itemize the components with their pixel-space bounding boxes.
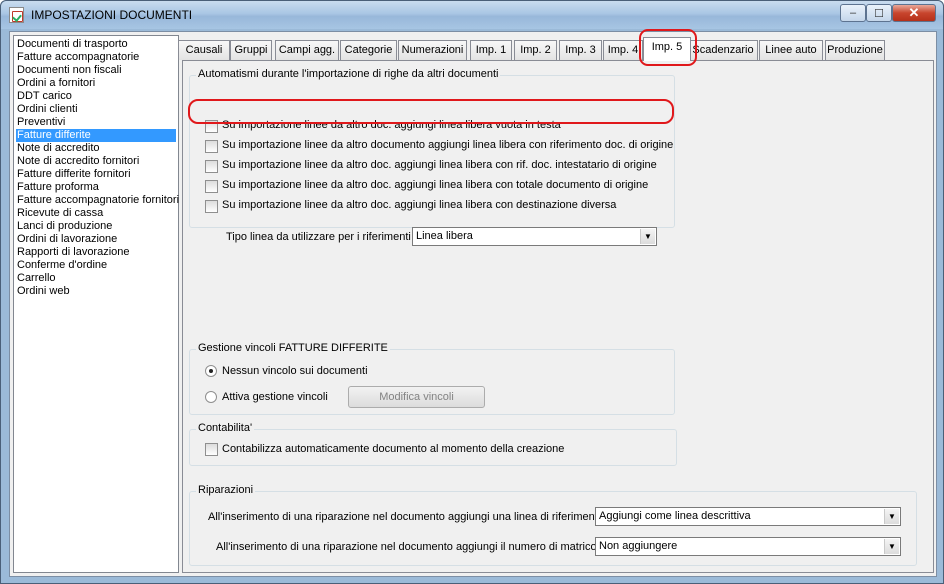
sidebar-item[interactable]: Ordini clienti [16,103,176,116]
modifica-vincoli-button[interactable]: Modifica vincoli [348,386,485,408]
automatismi-checkbox[interactable] [205,160,218,173]
riparazioni-group-title: Riparazioni [196,484,256,496]
tab-imp-4[interactable]: Imp. 4 [603,40,643,60]
sidebar-item[interactable]: Ordini a fornitori [16,77,176,90]
tab-imp-5[interactable]: Imp. 5 [643,37,691,61]
chevron-down-icon: ▼ [640,229,655,244]
automatismi-group-title: Automatismi durante l'importazione di ri… [196,68,501,80]
sidebar-item[interactable]: Documenti di trasporto [16,38,176,51]
close-button[interactable]: ✕ [892,4,936,22]
sidebar-item[interactable]: Fatture differite fornitori [16,168,176,181]
sidebar-item[interactable]: Preventivi [16,116,176,129]
sidebar-item[interactable]: Fatture differite [16,129,176,142]
tab-categorie[interactable]: Categorie [340,40,397,60]
automatismi-checkbox[interactable] [205,200,218,213]
sidebar-item[interactable]: Lanci di produzione [16,220,176,233]
sidebar-item[interactable]: Note di accredito fornitori [16,155,176,168]
contabilizza-label: Contabilizza automaticamente documento a… [222,443,565,455]
automatismi-option-label: Su importazione linee da altro doc. aggi… [222,199,617,211]
riparazioni-riferimento-value: Aggiungi come linea descrittiva [599,510,751,522]
tab-campi-agg[interactable]: Campi agg. [275,40,339,60]
sidebar-item[interactable]: Carrello [16,272,176,285]
automatismi-checkbox[interactable] [205,120,218,133]
sidebar-item[interactable]: Documenti non fiscali [16,64,176,77]
automatismi-checkbox[interactable] [205,140,218,153]
tab-causali[interactable]: Causali [178,40,230,60]
tab-imp-3[interactable]: Imp. 3 [559,40,602,60]
tab-imp-1[interactable]: Imp. 1 [470,40,512,60]
radio-nessun-vincolo[interactable] [205,365,217,377]
contabilizza-checkbox[interactable] [205,443,218,456]
tab-scadenzario[interactable]: Scadenzario [688,40,758,60]
automatismi-option-label: Su importazione linee da altro documento… [222,139,674,151]
sidebar-item[interactable]: Fatture proforma [16,181,176,194]
sidebar-item[interactable]: Fatture accompagnatorie fornitori [16,194,179,207]
chevron-down-icon: ▼ [884,539,899,554]
sidebar-item[interactable]: Rapporti di lavorazione [16,246,176,259]
tab-panel-imp5: Automatismi durante l'importazione di ri… [182,60,934,573]
minimize-button[interactable]: – [840,4,866,22]
tab-linee-auto[interactable]: Linee auto [759,40,823,60]
sidebar-item[interactable]: Note di accredito [16,142,176,155]
app-icon [9,7,24,23]
window: IMPOSTAZIONI DOCUMENTI – ☐ ✕ Documenti d… [0,0,944,584]
sidebar-item[interactable]: Ordini di lavorazione [16,233,176,246]
maximize-button[interactable]: ☐ [866,4,892,22]
tipo-linea-value: Linea libera [416,230,473,242]
radio-nessun-vincolo-label: Nessun vincolo sui documenti [222,365,368,377]
sidebar-item[interactable]: Ordini web [16,285,176,298]
radio-attiva-vincoli[interactable] [205,391,217,403]
tab-numerazioni[interactable]: Numerazioni [398,40,467,60]
contabilita-group-title: Contabilita' [196,422,255,434]
tab-imp-2[interactable]: Imp. 2 [514,40,557,60]
riparazioni-riferimento-label: All'inserimento di una riparazione nel d… [208,511,611,523]
riparazioni-matricola-select[interactable]: Non aggiungere ▼ [595,537,901,556]
automatismi-option-label: Su importazione linee da altro doc. aggi… [222,119,561,131]
client-area: Documenti di trasporto Fatture accompagna… [9,29,937,577]
tipo-linea-select[interactable]: Linea libera ▼ [412,227,657,246]
tab-produzione[interactable]: Produzione [825,40,885,60]
sidebar-item[interactable]: Fatture accompagnatorie [16,51,176,64]
window-title: IMPOSTAZIONI DOCUMENTI [31,8,193,22]
automatismi-option-label: Su importazione linee da altro doc. aggi… [222,179,649,191]
riparazioni-riferimento-select[interactable]: Aggiungi come linea descrittiva ▼ [595,507,901,526]
riparazioni-matricola-value: Non aggiungere [599,540,678,552]
sidebar-item[interactable]: Conferme d'ordine [16,259,176,272]
sidebar-item[interactable]: Ricevute di cassa [16,207,176,220]
vincoli-group-title: Gestione vincoli FATTURE DIFFERITE [196,342,390,354]
automatismi-checkbox[interactable] [205,180,218,193]
automatismi-option-label: Su importazione linee da altro doc. aggi… [222,159,657,171]
tipo-linea-label: Tipo linea da utilizzare per i riferimen… [226,231,417,243]
document-type-list[interactable]: Documenti di trasporto Fatture accompagna… [13,35,179,573]
riparazioni-matricola-label: All'inserimento di una riparazione nel d… [216,541,612,553]
title-bar[interactable]: IMPOSTAZIONI DOCUMENTI – ☐ ✕ [1,1,943,29]
chevron-down-icon: ▼ [884,509,899,524]
sidebar-item[interactable]: DDT carico [16,90,176,103]
tab-gruppi[interactable]: Gruppi [230,40,272,60]
radio-attiva-vincoli-label: Attiva gestione vincoli [222,391,328,403]
